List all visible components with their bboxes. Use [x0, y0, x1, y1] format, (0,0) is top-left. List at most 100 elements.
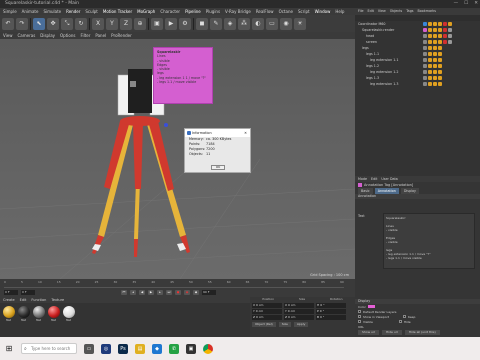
material-menu-item[interactable]: Create	[3, 297, 15, 303]
material-swatch[interactable]: Mat	[2, 306, 15, 322]
material-swatch[interactable]: Mat	[62, 306, 75, 322]
om-menu-item[interactable]: Edit	[368, 8, 374, 15]
show-url-button[interactable]: Show url	[358, 330, 380, 335]
menu-item[interactable]: Character	[160, 8, 180, 15]
viewport-checkbox[interactable]	[358, 315, 361, 318]
om-menu-item[interactable]: View	[378, 8, 386, 15]
play-backward-icon[interactable]: ◀	[139, 290, 145, 295]
tab-display[interactable]: Display	[400, 188, 419, 194]
windows-start-icon[interactable]: ⊞	[4, 344, 14, 354]
z-axis-icon[interactable]: Z	[120, 17, 132, 30]
camera-icon[interactable]: ◉	[280, 17, 292, 30]
store-icon[interactable]: ▣	[186, 343, 196, 354]
file-explorer-icon[interactable]: ▤	[135, 343, 145, 354]
size-y-field[interactable]: Y 0 cm	[284, 309, 314, 314]
start-frame-field[interactable]: 0 F	[4, 290, 18, 295]
viewport-menu-item[interactable]: Display	[40, 32, 55, 39]
task-view-icon[interactable]: ▭	[84, 343, 94, 354]
material-menu-item[interactable]: Texture	[51, 297, 64, 303]
position-y-field[interactable]: Y 0 cm	[252, 309, 282, 314]
goto-end-icon[interactable]: ⏭	[166, 290, 172, 295]
hide-checkbox[interactable]	[398, 320, 402, 323]
redo-icon[interactable]: ↷	[16, 17, 28, 30]
om-menu-item[interactable]: File	[358, 8, 364, 15]
material-swatch[interactable]: Mat	[17, 306, 30, 322]
coordinate-system-icon[interactable]: ⊕	[134, 17, 146, 30]
cube-icon[interactable]: ◼	[196, 17, 208, 30]
keyframe-icon[interactable]: ◆	[193, 290, 199, 295]
end-frame-field[interactable]: 90 F	[202, 290, 216, 295]
use-color-checkbox[interactable]	[358, 310, 361, 313]
render-view-icon[interactable]: ▣	[151, 17, 163, 30]
rotation-h-field[interactable]: H 0 °	[316, 303, 346, 308]
menu-item[interactable]: Motion Tracker	[103, 8, 132, 15]
menu-item[interactable]: Simulate	[43, 8, 61, 15]
minimize-icon[interactable]: —	[454, 0, 459, 8]
current-frame-field[interactable]: 0 F	[21, 290, 35, 295]
visible-checkbox[interactable]	[358, 320, 361, 323]
size-mode-dropdown[interactable]: Size	[278, 322, 291, 327]
chrome-icon[interactable]	[203, 343, 213, 354]
maximize-icon[interactable]: ☐	[464, 0, 468, 8]
size-z-field[interactable]: Z 0 cm	[284, 315, 314, 320]
move-tool-icon[interactable]: ✥	[47, 17, 59, 30]
menu-item[interactable]: Script	[298, 8, 310, 15]
pen-icon[interactable]: ✎	[210, 17, 222, 30]
menu-item[interactable]: Sculpt	[85, 8, 98, 15]
autokey-icon[interactable]: ◉	[184, 290, 190, 295]
menu-item[interactable]: Help	[335, 8, 344, 15]
keep-checkbox[interactable]	[403, 315, 407, 318]
viewport-menu-item[interactable]: View	[3, 32, 13, 39]
annotation-text-field[interactable]: Squarelaskirr Lines - visible Edges - vi…	[383, 213, 475, 269]
material-swatch[interactable]: Mat	[47, 306, 60, 322]
object-row[interactable]: leg extension 1.3	[355, 81, 480, 87]
next-key-icon[interactable]: ▸	[157, 290, 163, 295]
cloner-icon[interactable]: ⁂	[238, 17, 250, 30]
goto-start-icon[interactable]: ⏮	[121, 290, 127, 295]
x-axis-icon[interactable]: X	[92, 17, 104, 30]
deformer-icon[interactable]: ◐	[252, 17, 264, 30]
y-axis-icon[interactable]: Y	[106, 17, 118, 30]
viewport-menu-item[interactable]: Panel	[95, 32, 106, 39]
viewport-menu-item[interactable]: Filter	[80, 32, 90, 39]
menu-item[interactable]: Simple	[3, 8, 17, 15]
gizmo-dot[interactable]	[164, 123, 168, 127]
viewport-menu-item[interactable]: Cameras	[18, 32, 36, 39]
om-menu-item[interactable]: Tags	[406, 8, 413, 15]
rotation-p-field[interactable]: P 0 °	[316, 309, 346, 314]
close-icon[interactable]: ✕	[244, 129, 247, 137]
tab-annotation[interactable]: Annotation	[374, 188, 399, 194]
render-settings-icon[interactable]: ⚙	[179, 17, 191, 30]
menu-item[interactable]: Window	[315, 8, 331, 15]
rotation-b-field[interactable]: B 0 °	[316, 315, 346, 320]
floor-icon[interactable]: ▭	[266, 17, 278, 30]
undo-icon[interactable]: ↶	[2, 17, 14, 30]
render-picture-icon[interactable]: ▶	[165, 17, 177, 30]
play-icon[interactable]: ▶	[148, 290, 154, 295]
prev-key-icon[interactable]: ◂	[130, 290, 136, 295]
close-icon[interactable]: ✕	[474, 0, 478, 8]
select-tool-icon[interactable]: ⬉	[33, 17, 45, 30]
hide-all-button[interactable]: Hide all (unit this)	[404, 330, 440, 335]
material-menu-item[interactable]: Edit	[20, 297, 27, 303]
scale-tool-icon[interactable]: ⤡	[61, 17, 73, 30]
vscode-icon[interactable]: ◆	[152, 343, 162, 354]
viewport-menu-item[interactable]: Options	[60, 32, 75, 39]
light-icon[interactable]: ☀	[294, 17, 306, 30]
cinema4d-icon[interactable]: ◎	[101, 343, 111, 354]
material-menu-item[interactable]: Function	[31, 297, 46, 303]
om-menu-item[interactable]: Objects	[390, 8, 402, 15]
color-swatch[interactable]	[367, 305, 375, 308]
menu-item[interactable]: Render	[66, 8, 80, 15]
whatsapp-icon[interactable]: ✆	[169, 343, 179, 354]
position-z-field[interactable]: Z 0 cm	[252, 315, 282, 320]
apply-button[interactable]: Apply	[293, 322, 309, 327]
menu-item[interactable]: Plugins	[206, 8, 220, 15]
menu-item[interactable]: MoGraph	[137, 8, 155, 15]
photoshop-icon[interactable]: Ps	[118, 343, 128, 354]
menu-item[interactable]: Pipeline	[185, 8, 201, 15]
coordinate-mode-dropdown[interactable]: Object (Rel)	[252, 322, 276, 327]
position-x-field[interactable]: X 0 cm	[252, 303, 282, 308]
menu-item[interactable]: V-Ray Bridge	[225, 8, 251, 15]
size-x-field[interactable]: X 0 cm	[284, 303, 314, 308]
